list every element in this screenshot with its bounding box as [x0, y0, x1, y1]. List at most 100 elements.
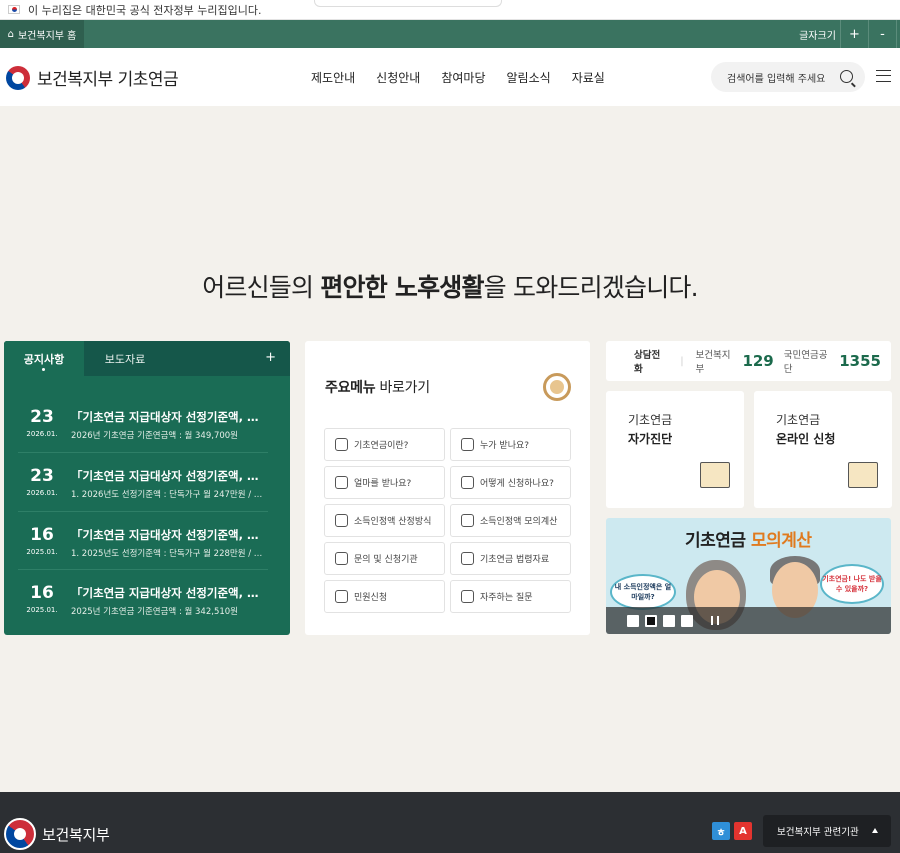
headline-post: 을 도와드리겠습니다.: [483, 273, 699, 302]
nav-item-library[interactable]: 자료실: [572, 69, 605, 86]
font-size-label: 글자크기: [795, 20, 841, 48]
notice-day: 16: [30, 525, 54, 545]
notice-summary: 2025년 기초연금 기준연금액 : 월 342,510원: [71, 607, 238, 617]
nav-item-system[interactable]: 제도안내: [311, 69, 355, 86]
card-line-1: 기초연금: [628, 413, 673, 427]
quick-link-how-apply[interactable]: 어떻게 신청하나요?: [450, 466, 571, 499]
chat-icon: [461, 590, 474, 603]
notice-panel: 공지사항 보도자료 + 23 2026.01. 「기초연금 지급대상자 선정기준…: [4, 341, 290, 635]
gavel-icon: [461, 552, 474, 565]
checklist-pencil-icon: [700, 462, 730, 488]
online-apply-card[interactable]: 기초연금 온라인 신청: [754, 391, 892, 508]
notice-item[interactable]: 16 2025.01. 「기초연금 지급대상자 선정기준액, 기준연금액」 고시…: [4, 583, 290, 635]
hero-headline: 어르신들의 편안한 노후생활을 도와드리겠습니다.: [0, 268, 900, 304]
notice-divider: [18, 511, 268, 512]
pie-chart-icon: [543, 373, 571, 401]
slide-indicator-4[interactable]: [681, 614, 693, 627]
notice-day: 23: [30, 466, 54, 486]
pause-icon[interactable]: [711, 616, 719, 625]
quick-link-faq[interactable]: 자주하는 질문: [450, 580, 571, 613]
money-bag-icon: [461, 514, 474, 527]
banner-title: 기초연금 모의계산: [685, 526, 812, 551]
footer-logo[interactable]: 보건복지부: [4, 818, 110, 850]
related-sites-dropdown[interactable]: 보건복지부 관련기관: [763, 815, 891, 847]
quick-link-what-is[interactable]: 기초연금이란?: [324, 428, 445, 461]
ministry-home-link[interactable]: ⌂ 보건복지부 홈: [0, 20, 84, 48]
call-org-1: 보건복지부: [695, 350, 731, 375]
notice-date: 16 2025.01.: [12, 525, 72, 556]
banner-title-a: 기초연금: [685, 531, 751, 551]
quick-link-label: 어떻게 신청하나요?: [480, 479, 554, 489]
notice-summary: 1. 2025년도 선정기준액 : 단독가구 월 228만원 / 부부가구 월 …: [71, 549, 264, 559]
tab-press[interactable]: 보도자료: [84, 341, 166, 376]
nav-item-participation[interactable]: 참여마당: [441, 69, 485, 86]
notice-year-month: 2025.01.: [26, 606, 58, 614]
slide-indicator-3[interactable]: [663, 614, 675, 627]
pdf-viewer-icon[interactable]: A: [734, 822, 752, 840]
quick-link-civil[interactable]: 민원신청: [324, 580, 445, 613]
notice-title: 「기초연금 지급대상자 선정기준액, 기준연금액」 고시: [71, 586, 264, 600]
quick-title-bold: 주요메뉴: [325, 380, 376, 396]
search-input[interactable]: 검색어를 입력해 주세요: [711, 62, 865, 92]
notice-divider: [18, 569, 268, 570]
hand-pointer-icon: [335, 590, 348, 603]
slide-indicator-2[interactable]: [645, 614, 657, 627]
gov-banner-text: 이 누리집은 대한민국 공식 전자정부 누리집입니다.: [28, 3, 262, 17]
quick-link-label: 자주하는 질문: [480, 593, 533, 603]
quick-link-income-method[interactable]: 소득인정액 산정방식: [324, 504, 445, 537]
quick-link-laws[interactable]: 기초연금 법령자료: [450, 542, 571, 575]
quick-link-label: 얼마를 받나요?: [354, 479, 412, 489]
coin-stack-icon: [335, 476, 348, 489]
notice-year-month: 2026.01.: [26, 430, 58, 438]
notice-date: 23 2026.01.: [12, 407, 72, 438]
notice-item[interactable]: 16 2025.01. 「기초연금 지급대상자 선정기준액, 기준연금액」 고시…: [4, 525, 290, 583]
speech-bubble-right: 기초연금! 나도 받을 수 있을까?: [820, 564, 884, 604]
notice-item[interactable]: 23 2026.01. 「기초연금 지급대상자 선정기준액, 기준연금액」 고시…: [4, 407, 290, 465]
utility-bar: ⌂ 보건복지부 홈 글자크기 + -: [0, 20, 900, 48]
search-icon[interactable]: [840, 70, 853, 83]
notice-divider: [18, 452, 268, 453]
notice-item[interactable]: 23 2026.01. 「기초연금 지급대상자 선정기준액, 기준연금액」 고시…: [4, 466, 290, 524]
hamburger-menu-icon[interactable]: [876, 70, 891, 82]
headline-bold: 편안한 노후생활: [320, 273, 484, 302]
top-popup-edge: [314, 0, 502, 7]
headline-pre: 어르신들의: [202, 273, 321, 302]
quick-menu-title: 주요메뉴 바로가기: [325, 377, 430, 397]
simulation-banner[interactable]: 기초연금 모의계산 내 소득인정액은 얼마일까? 기초연금! 나도 받을 수 있…: [606, 518, 891, 634]
quick-link-contact[interactable]: 문의 및 신청기관: [324, 542, 445, 575]
call-center-box: 상담전화 | 보건복지부 129 국민연금공단 1355: [606, 341, 891, 381]
nav-item-news[interactable]: 알림소식: [507, 69, 551, 86]
notice-summary: 1. 2026년도 선정기준액 : 단독가구 월 247만원 / 부부가구 월 …: [71, 490, 264, 500]
site-logo[interactable]: 보건복지부 기초연금: [6, 65, 179, 90]
person-icon: [461, 438, 474, 451]
notice-summary: 2026년 기초연금 기준연금액 : 월 349,700원: [71, 431, 238, 441]
font-decrease-button[interactable]: -: [869, 20, 897, 48]
call-label: 상담전화: [634, 350, 661, 375]
notice-tabs: 공지사항 보도자료 +: [4, 341, 290, 376]
font-increase-button[interactable]: +: [841, 20, 869, 48]
self-diagnosis-card[interactable]: 기초연금 자가진단: [606, 391, 744, 508]
notice-day: 16: [30, 583, 54, 603]
notice-title: 「기초연금 지급대상자 선정기준액, 기준연금액」 고시: [71, 528, 264, 542]
notice-more-button[interactable]: +: [265, 350, 276, 365]
building-icon: [335, 552, 348, 565]
notice-day: 23: [30, 407, 54, 427]
notice-title: 「기초연금 지급대상자 선정기준액, 기준연금액」 고시: [71, 410, 264, 424]
card-line-1: 기초연금: [776, 413, 821, 427]
nav-item-apply[interactable]: 신청안내: [376, 69, 420, 86]
site-footer: 보건복지부 ㅎ A 보건복지부 관련기관: [0, 792, 900, 853]
quick-link-label: 기초연금이란?: [354, 441, 409, 451]
hwp-viewer-icon[interactable]: ㅎ: [712, 822, 730, 840]
tab-notice[interactable]: 공지사항: [4, 341, 84, 376]
notice-title: 「기초연금 지급대상자 선정기준액, 기준연금액」 고시: [71, 469, 264, 483]
quick-link-how-much[interactable]: 얼마를 받나요?: [324, 466, 445, 499]
main-nav: 제도안내 신청안내 참여마당 알림소식 자료실: [311, 48, 605, 106]
slide-indicator-1[interactable]: [627, 614, 639, 627]
call-number-1: 129: [742, 352, 774, 370]
call-number-2: 1355: [839, 352, 881, 370]
quick-link-label: 소득인정액 모의계산: [480, 517, 558, 527]
quick-link-who[interactable]: 누가 받나요?: [450, 428, 571, 461]
call-org-2: 국민연금공단: [783, 350, 828, 375]
quick-link-income-simulation[interactable]: 소득인정액 모의계산: [450, 504, 571, 537]
quick-menu-panel: 주요메뉴 바로가기 기초연금이란? 누가 받나요? 얼마를 받나요? 어떻게 신…: [305, 341, 590, 635]
